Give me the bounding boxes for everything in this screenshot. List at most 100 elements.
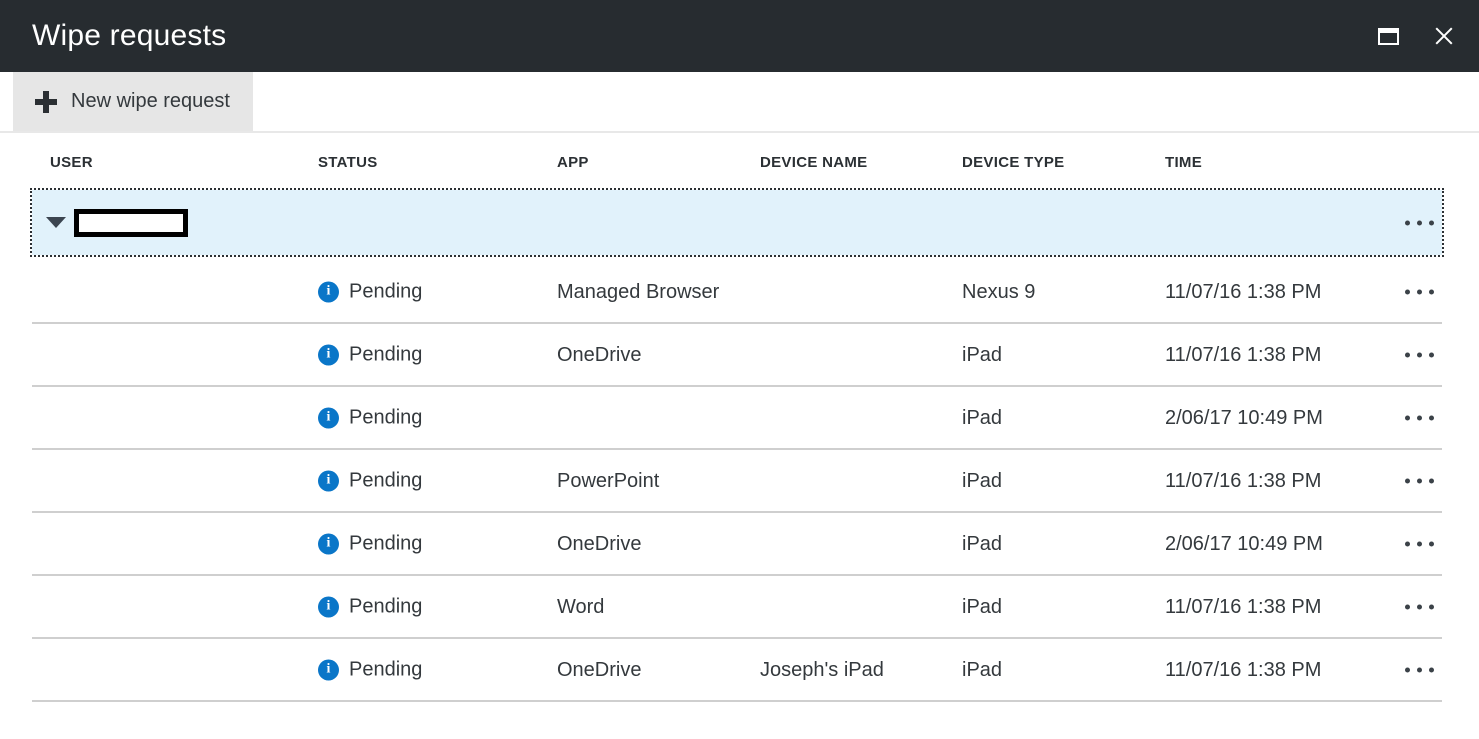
page-title: Wipe requests [32, 21, 226, 51]
ellipsis-icon-dot [1405, 541, 1410, 546]
ellipsis-icon-dot [1405, 478, 1410, 483]
row-context-menu-button[interactable] [1401, 598, 1438, 615]
row-context-menu-button[interactable] [1401, 535, 1438, 552]
cell-time: 11/07/16 1:38 PM [1165, 345, 1321, 365]
status-text: Pending [349, 660, 422, 680]
column-header-time[interactable]: TIME [1165, 154, 1202, 171]
cell-status: i Pending [318, 533, 422, 554]
cell-status: i Pending [318, 344, 422, 365]
ellipsis-icon-dot [1429, 352, 1434, 357]
cell-status: i Pending [318, 281, 422, 302]
ellipsis-icon-dot [1429, 541, 1434, 546]
column-header-user[interactable]: USER [50, 154, 93, 171]
cell-time: 2/06/17 10:49 PM [1165, 534, 1323, 554]
ellipsis-icon-dot [1417, 667, 1422, 672]
ellipsis-icon-dot [1405, 352, 1410, 357]
ellipsis-icon-dot [1417, 415, 1422, 420]
ellipsis-icon-dot [1417, 541, 1422, 546]
ellipsis-icon-dot [1417, 604, 1422, 609]
cell-app: Managed Browser [557, 282, 719, 302]
info-icon: i [318, 596, 339, 617]
cell-device-type: Nexus 9 [962, 282, 1035, 302]
table-row[interactable]: i Pending Word iPad 11/07/16 1:38 PM [32, 576, 1442, 639]
ellipsis-icon-dot [1429, 667, 1434, 672]
cell-app: OneDrive [557, 345, 641, 365]
column-header-app[interactable]: APP [557, 154, 589, 171]
column-header-device-name[interactable]: DEVICE NAME [760, 154, 867, 171]
ellipsis-icon-dot [1417, 220, 1422, 225]
status-text: Pending [349, 345, 422, 365]
cell-status: i Pending [318, 470, 422, 491]
info-icon: i [318, 659, 339, 680]
cell-status: i Pending [318, 596, 422, 617]
cell-app: PowerPoint [557, 471, 659, 491]
row-context-menu-button[interactable] [1401, 214, 1438, 231]
info-icon: i [318, 470, 339, 491]
new-wipe-request-button[interactable]: New wipe request [13, 72, 253, 131]
cell-time: 2/06/17 10:49 PM [1165, 408, 1323, 428]
table-header-row: USER STATUS APP DEVICE NAME DEVICE TYPE … [32, 133, 1442, 190]
cell-time: 11/07/16 1:38 PM [1165, 660, 1321, 680]
user-name-redaction [74, 209, 188, 237]
close-icon [1433, 25, 1455, 47]
cell-device-type: iPad [962, 660, 1002, 680]
cell-app: OneDrive [557, 534, 641, 554]
row-context-menu-button[interactable] [1401, 283, 1438, 300]
cell-app: Word [557, 597, 604, 617]
ellipsis-icon-dot [1417, 478, 1422, 483]
status-text: Pending [349, 534, 422, 554]
group-row-user-cell [46, 209, 188, 237]
ellipsis-icon-dot [1405, 220, 1410, 225]
cell-device-name: Joseph's iPad [760, 660, 884, 680]
cell-time: 11/07/16 1:38 PM [1165, 471, 1321, 491]
command-bar: New wipe request [0, 72, 1479, 133]
chevron-down-icon[interactable] [46, 217, 66, 228]
cell-device-type: iPad [962, 534, 1002, 554]
restore-window-button[interactable] [1371, 19, 1405, 53]
ellipsis-icon-dot [1405, 415, 1410, 420]
status-text: Pending [349, 282, 422, 302]
table-row[interactable]: i Pending OneDrive iPad 11/07/16 1:38 PM [32, 324, 1442, 387]
cell-time: 11/07/16 1:38 PM [1165, 282, 1321, 302]
cell-app: OneDrive [557, 660, 641, 680]
row-context-menu-button[interactable] [1401, 409, 1438, 426]
table-row[interactable]: i Pending iPad 2/06/17 10:49 PM [32, 387, 1442, 450]
cell-device-type: iPad [962, 408, 1002, 428]
ellipsis-icon-dot [1405, 667, 1410, 672]
row-context-menu-button[interactable] [1401, 661, 1438, 678]
close-window-button[interactable] [1427, 19, 1461, 53]
info-icon: i [318, 533, 339, 554]
table-row[interactable]: i Pending PowerPoint iPad 11/07/16 1:38 … [32, 450, 1442, 513]
cell-time: 11/07/16 1:38 PM [1165, 597, 1321, 617]
column-header-status[interactable]: STATUS [318, 154, 378, 171]
cell-status: i Pending [318, 659, 422, 680]
info-icon: i [318, 407, 339, 428]
ellipsis-icon-dot [1405, 289, 1410, 294]
row-context-menu-button[interactable] [1401, 346, 1438, 363]
new-wipe-request-label: New wipe request [71, 90, 230, 113]
table-group-row[interactable] [32, 190, 1442, 255]
cell-device-type: iPad [962, 345, 1002, 365]
ellipsis-icon-dot [1429, 289, 1434, 294]
column-header-device-type[interactable]: DEVICE TYPE [962, 154, 1065, 171]
ellipsis-icon-dot [1417, 352, 1422, 357]
restore-window-icon [1378, 28, 1399, 45]
cell-device-type: iPad [962, 597, 1002, 617]
window-controls [1371, 0, 1461, 72]
ellipsis-icon-dot [1417, 289, 1422, 294]
cell-status: i Pending [318, 407, 422, 428]
window-titlebar: Wipe requests [0, 0, 1479, 72]
table-row[interactable]: i Pending Managed Browser Nexus 9 11/07/… [32, 261, 1442, 324]
info-icon: i [318, 344, 339, 365]
ellipsis-icon-dot [1429, 220, 1434, 225]
table-row[interactable]: i Pending OneDrive iPad 2/06/17 10:49 PM [32, 513, 1442, 576]
ellipsis-icon-dot [1405, 604, 1410, 609]
row-context-menu-button[interactable] [1401, 472, 1438, 489]
status-text: Pending [349, 597, 422, 617]
cell-device-type: iPad [962, 471, 1002, 491]
ellipsis-icon-dot [1429, 415, 1434, 420]
wipe-requests-table: USER STATUS APP DEVICE NAME DEVICE TYPE … [0, 133, 1479, 739]
info-icon: i [318, 281, 339, 302]
plus-icon [35, 91, 57, 113]
table-row[interactable]: i Pending OneDrive Joseph's iPad iPad 11… [32, 639, 1442, 702]
